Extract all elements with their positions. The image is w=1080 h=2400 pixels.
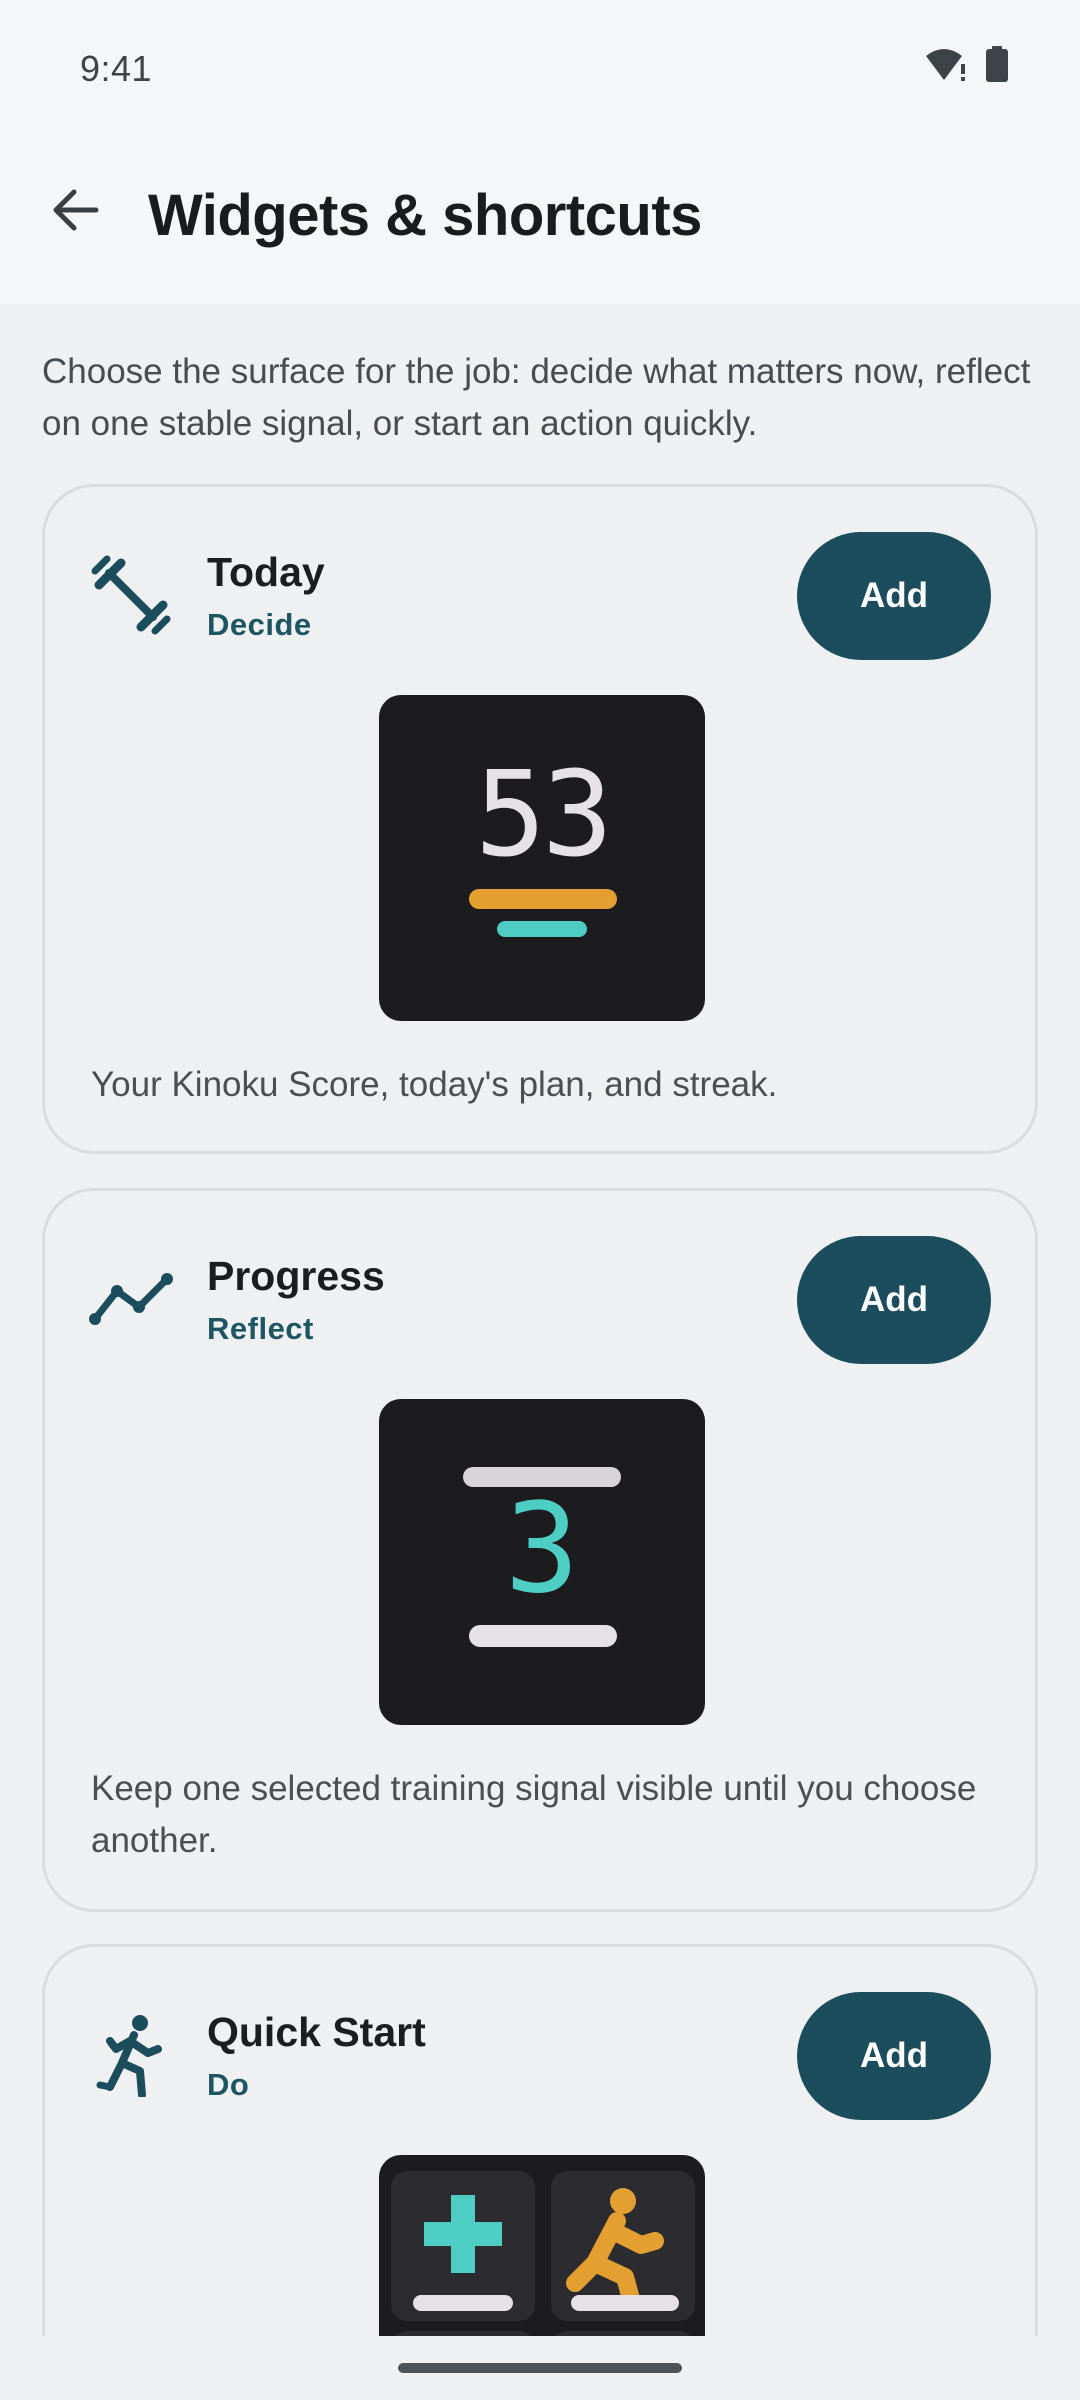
card-subtitle: Decide [207,607,312,642]
widget-card-quick-start: Quick Start Do Add [42,1944,1038,2400]
card-subtitle: Reflect [207,1311,314,1346]
running-person-icon [89,2013,173,2097]
widget-card-progress: Progress Reflect Add 3 Keep one selected… [42,1188,1038,1912]
card-title: Today [207,549,325,595]
dumbbell-icon [89,553,173,637]
widgets-shortcuts-screen: 9:41 Widgets & shortcuts Choose the surf… [0,0,1080,2400]
add-today-widget-button[interactable]: Add [797,532,991,660]
preview-amber-bar [469,889,617,909]
plus-icon [413,2195,513,2311]
top-app-bar: 9:41 Widgets & shortcuts [0,0,1080,304]
status-time: 9:41 [80,48,153,89]
today-widget-preview: 53 [379,695,705,1021]
preview-tile-add [391,2171,535,2321]
status-icons [924,46,1008,87]
card-title: Progress [207,1253,385,1299]
page-title: Widgets & shortcuts [148,183,702,248]
preview-score: 53 [474,745,613,883]
widget-card-today: Today Decide Add 53 Your Kinoku Score, t… [42,484,1038,1154]
back-button[interactable] [44,180,108,244]
running-figure-icon [566,2188,679,2311]
gesture-nav-handle[interactable] [398,2363,682,2373]
add-progress-widget-button[interactable]: Add [797,1236,991,1364]
trend-line-icon [89,1257,173,1341]
add-quick-start-widget-button[interactable]: Add [797,1992,991,2120]
card-title: Quick Start [207,2009,426,2055]
card-description: Keep one selected training signal visibl… [91,1769,977,1860]
preview-digit: 3 [504,1477,580,1621]
card-subtitle: Do [207,2067,250,2102]
preview-tile-run [551,2171,695,2321]
intro-text: Choose the surface for the job: decide w… [42,352,1031,443]
preview-bottom-bar [469,1625,617,1647]
battery-icon [986,46,1008,87]
progress-widget-preview: 3 [379,1399,705,1725]
arrow-back-icon [52,188,100,237]
wifi-alert-icon [924,46,968,87]
preview-teal-bar [497,921,587,937]
card-description: Your Kinoku Score, today's plan, and str… [91,1065,778,1104]
